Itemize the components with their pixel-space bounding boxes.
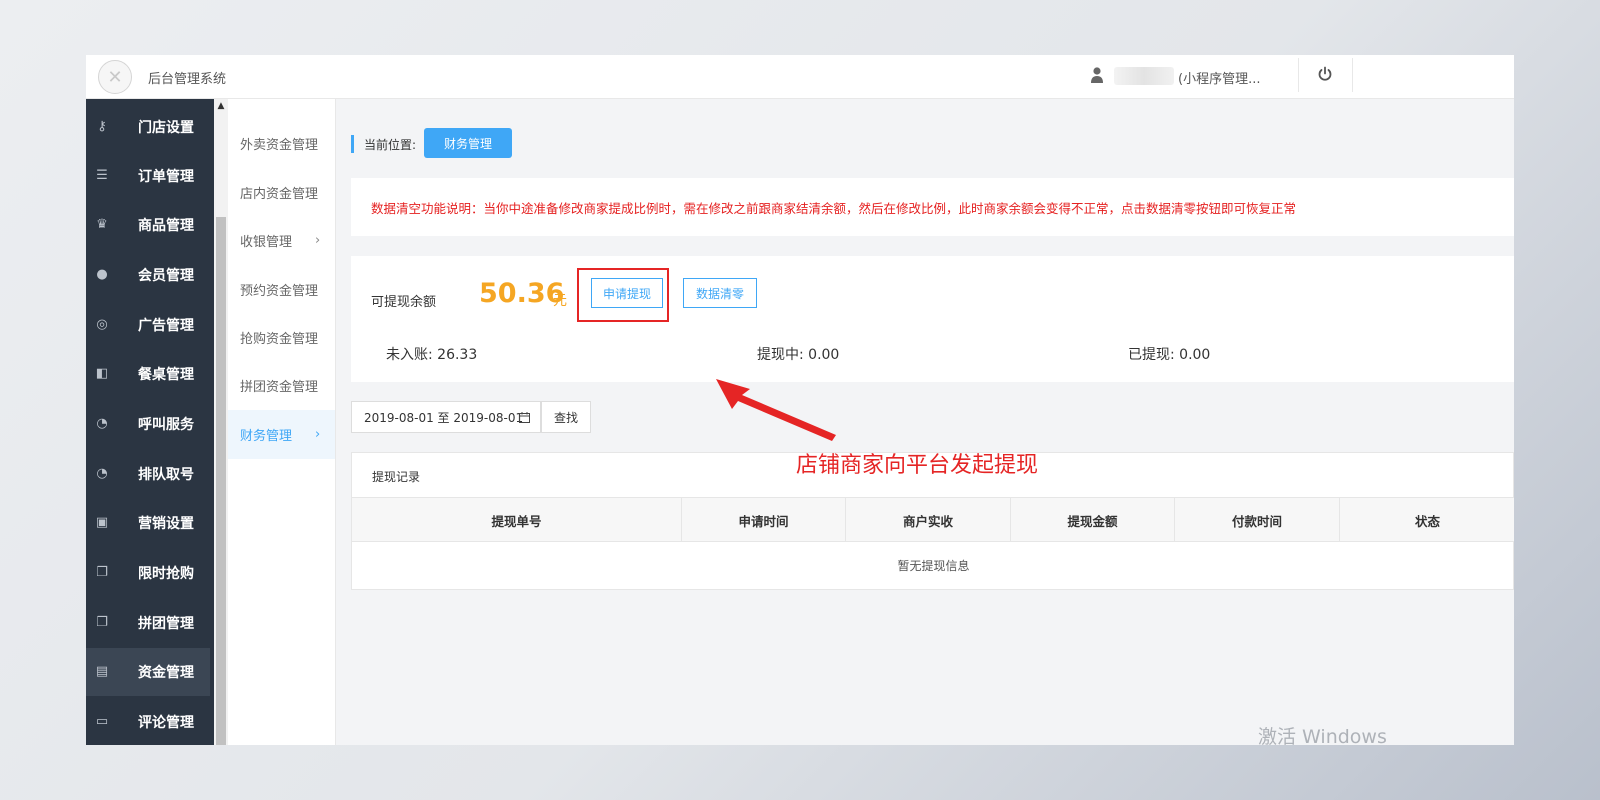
- balance-unit: 元: [553, 293, 567, 309]
- lifebuoy-icon: ◎: [96, 317, 108, 332]
- submenu-item-flash-sale-funds[interactable]: 抢购资金管理: [228, 313, 335, 362]
- scroll-thumb[interactable]: [216, 217, 226, 745]
- table-header: 提现单号 申请时间 商户实收 提现金额 付款时间 状态: [352, 497, 1514, 542]
- column-header: 申请时间: [682, 498, 846, 542]
- submenu-item-cashier[interactable]: 收银管理 ›: [228, 216, 335, 265]
- sidebar-item-group-buy[interactable]: ❐ 拼团管理: [86, 599, 210, 647]
- app-title: 后台管理系统: [148, 72, 227, 87]
- sidebar-item-tables[interactable]: ◧ 餐桌管理: [86, 350, 210, 398]
- list-icon: ☰: [96, 168, 108, 183]
- date-range-value: 2019-08-01 至 2019-08-01: [364, 410, 524, 425]
- sidebar-item-label: 排队取号: [138, 467, 194, 483]
- sidebar-item-label: 门店设置: [138, 120, 194, 136]
- main-content: 当前位置: 财务管理 数据清空功能说明：当你中途准备修改商家提成比例时，需在修改…: [336, 99, 1514, 745]
- submenu-item-label: 预约资金管理: [240, 284, 319, 299]
- sidebar-item-flash-sale[interactable]: ❐ 限时抢购: [86, 549, 210, 597]
- submenu-item-label: 财务管理: [240, 429, 293, 444]
- search-button[interactable]: 查找: [541, 401, 591, 433]
- copy-icon: ❐: [96, 565, 108, 580]
- sidebar-item-marketing[interactable]: ▣ 营销设置: [86, 499, 210, 547]
- binoculars-icon: ◧: [95, 366, 109, 381]
- submenu-item-group-buy-funds[interactable]: 拼团资金管理: [228, 361, 335, 410]
- key-icon: ⚷: [97, 119, 107, 134]
- submenu-item-label: 店内资金管理: [240, 187, 319, 202]
- submenu-item-label: 收银管理: [240, 235, 293, 250]
- submenu-item-instore-funds[interactable]: 店内资金管理: [228, 168, 335, 217]
- submenu-item-reservation-funds[interactable]: 预约资金管理: [228, 265, 335, 314]
- gift-icon: ▣: [95, 515, 109, 530]
- notice-banner: 数据清空功能说明：当你中途准备修改商家提成比例时，需在修改之前跟商家结清余额，然…: [351, 178, 1514, 236]
- balance-amount: 50.36: [479, 278, 565, 309]
- sidebar-item-orders[interactable]: ☰ 订单管理: [86, 152, 210, 200]
- user-icon: ●: [96, 267, 108, 282]
- sidebar-item-label: 评论管理: [138, 715, 194, 731]
- withdrawing-amount: 提现中: 0.00: [757, 347, 840, 363]
- sub-menu: 外卖资金管理 店内资金管理 收银管理 › 预约资金管理 抢购资金管理 拼团资金管…: [228, 99, 336, 745]
- windows-activation-watermark: 激活 Windows: [1258, 726, 1387, 748]
- withdrawn-amount: 已提现: 0.00: [1128, 347, 1211, 363]
- column-header: 状态: [1414, 513, 1440, 529]
- submenu-item-takeout-funds[interactable]: 外卖资金管理: [228, 119, 335, 168]
- chevron-right-icon: ›: [315, 427, 321, 442]
- power-icon[interactable]: [1317, 66, 1333, 82]
- column-header: 付款时间: [1175, 498, 1340, 542]
- sidebar-item-label: 商品管理: [138, 218, 194, 234]
- column-header: 商户实收: [846, 498, 1011, 542]
- annotation-text: 店铺商家向平台发起提现: [796, 453, 1039, 478]
- top-header: ✕ 后台管理系统 (小程序管理...: [86, 55, 1514, 99]
- sidebar-item-reviews[interactable]: ▭ 评论管理: [86, 698, 210, 745]
- sidebar-item-label: 资金管理: [138, 665, 194, 681]
- date-range-input[interactable]: 2019-08-01 至 2019-08-01: [351, 401, 541, 433]
- records-title: 提现记录: [372, 470, 421, 484]
- header-divider: [1298, 58, 1299, 92]
- dashboard-icon: ◔: [96, 416, 108, 431]
- breadcrumb-label: 当前位置:: [364, 138, 417, 152]
- apply-withdraw-button[interactable]: 申请提现: [591, 278, 663, 308]
- sidebar-item-store-settings[interactable]: ⚷ 门店设置: [86, 103, 210, 151]
- column-header: 提现金额: [1011, 498, 1175, 542]
- sidebar-item-queue[interactable]: ◔ 排队取号: [86, 450, 210, 498]
- submenu-item-finance[interactable]: 财务管理 ›: [228, 410, 335, 459]
- sidebar-item-label: 广告管理: [138, 318, 194, 334]
- scroll-up-arrow-icon[interactable]: ▲: [216, 101, 226, 111]
- header-divider: [1352, 58, 1353, 92]
- sidebar-scrollbar[interactable]: ▲: [214, 99, 228, 745]
- sidebar-item-label: 拼团管理: [138, 616, 194, 632]
- sidebar-item-funds[interactable]: ▤ 资金管理: [86, 648, 210, 696]
- sidebar-item-call-service[interactable]: ◔ 呼叫服务: [86, 400, 210, 448]
- sidebar-item-members[interactable]: ● 会员管理: [86, 251, 210, 299]
- clear-data-button[interactable]: 数据清零: [683, 278, 757, 308]
- dashboard-icon: ◔: [96, 466, 108, 481]
- main-sidebar: ⚷ 门店设置 ☰ 订单管理 ♛ 商品管理 ● 会员管理 ◎ 广告管理 ◧ 餐桌管…: [86, 99, 214, 745]
- breadcrumb-marker: [351, 135, 354, 153]
- book-icon: ▤: [95, 664, 109, 679]
- money-icon: ▭: [95, 714, 109, 729]
- sidebar-item-label: 餐桌管理: [138, 367, 194, 383]
- sidebar-item-label: 营销设置: [138, 516, 194, 532]
- sidebar-item-products[interactable]: ♛ 商品管理: [86, 201, 210, 249]
- sidebar-item-ads[interactable]: ◎ 广告管理: [86, 301, 210, 349]
- column-header: 提现单号: [352, 498, 682, 542]
- submenu-item-label: 抢购资金管理: [240, 332, 319, 347]
- trophy-icon: ♛: [96, 217, 108, 232]
- sidebar-item-label: 呼叫服务: [138, 417, 194, 433]
- pending-amount: 未入账: 26.33: [386, 347, 478, 363]
- submenu-item-label: 外卖资金管理: [240, 138, 319, 153]
- submenu-item-label: 拼团资金管理: [240, 380, 319, 395]
- user-icon: [1091, 67, 1103, 83]
- user-role-label[interactable]: (小程序管理...: [1178, 68, 1260, 87]
- app-window: ✕ 后台管理系统 (小程序管理... ⚷ 门店设置 ☰ 订单管理 ♛ 商品管理 …: [86, 55, 1514, 745]
- table-empty-row: 暂无提现信息: [897, 559, 970, 573]
- user-name-blurred: [1114, 67, 1174, 85]
- chevron-right-icon: ›: [315, 233, 321, 248]
- balance-panel: 可提现余额 50.36 元 申请提现 数据清零 未入账: 26.33 提现中: …: [351, 256, 1514, 382]
- breadcrumb-current[interactable]: 财务管理: [424, 128, 512, 158]
- copy-icon: ❐: [96, 615, 108, 630]
- sidebar-item-label: 限时抢购: [138, 566, 194, 582]
- calendar-icon: [519, 412, 530, 423]
- sidebar-item-label: 会员管理: [138, 268, 194, 284]
- logo-icon: ✕: [98, 60, 132, 94]
- sidebar-item-label: 订单管理: [138, 169, 194, 185]
- balance-label: 可提现余额: [371, 295, 437, 310]
